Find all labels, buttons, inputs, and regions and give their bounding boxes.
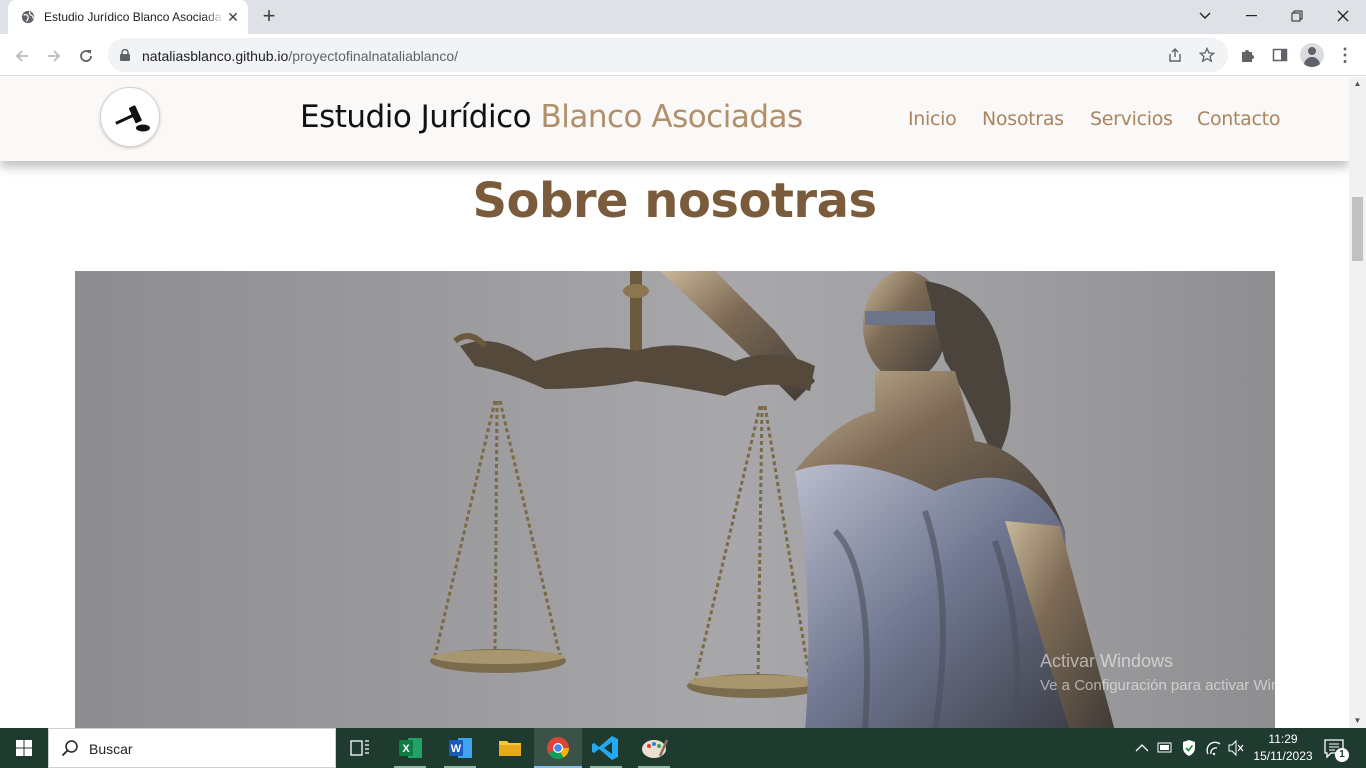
clock-date: 15/11/2023 <box>1253 749 1313 763</box>
share-icon[interactable] <box>1166 46 1184 64</box>
paint-icon[interactable] <box>630 728 678 768</box>
vscode-icon[interactable] <box>582 728 630 768</box>
nav-link-contacto[interactable]: Contacto <box>1197 108 1280 130</box>
section-title: Sobre nosotras <box>472 173 877 229</box>
windows-activation-title: Activar Windows <box>1040 651 1174 671</box>
windows-start-icon[interactable] <box>0 728 48 768</box>
extensions-puzzle-icon[interactable] <box>1238 45 1258 65</box>
browser-tab-strip: Estudio Jurídico Blanco Asociadas ✕ + <box>0 0 1366 34</box>
file-explorer-icon[interactable] <box>486 728 534 768</box>
url-text: nataliasblanco.github.io/proyectofinalna… <box>142 48 459 64</box>
volume-muted-icon[interactable] <box>1226 728 1246 768</box>
minimize-button[interactable] <box>1228 0 1274 30</box>
chrome-icon[interactable] <box>534 728 582 768</box>
new-tab-button[interactable]: + <box>257 5 281 29</box>
menu-kebab-icon[interactable]: ⋮ <box>1336 45 1354 65</box>
bookmark-star-icon[interactable] <box>1198 46 1216 64</box>
hero-image-justice-statue: Activar Windows Ve a Configuración para … <box>75 271 1275 728</box>
close-tab-icon[interactable]: ✕ <box>225 9 241 25</box>
svg-text:W: W <box>451 743 462 755</box>
site-title-accent: Blanco Asociadas <box>540 99 803 135</box>
taskbar-clock[interactable]: 11:29 15/11/2023 <box>1248 731 1318 765</box>
browser-toolbar: nataliasblanco.github.io/proyectofinalna… <box>0 34 1366 76</box>
wifi-icon[interactable] <box>1204 728 1224 768</box>
search-icon <box>61 740 78 757</box>
scroll-down-arrow-icon[interactable]: ▼ <box>1349 714 1366 728</box>
back-arrow-icon[interactable] <box>10 43 34 67</box>
browser-tab[interactable]: Estudio Jurídico Blanco Asociadas ✕ <box>8 0 248 34</box>
notifications-icon[interactable]: 1 <box>1322 728 1349 768</box>
notification-badge: 1 <box>1335 748 1349 762</box>
word-icon[interactable]: W <box>436 728 484 768</box>
excel-icon[interactable]: X <box>386 728 434 768</box>
task-view-icon[interactable] <box>336 728 384 768</box>
nav-link-nosotras[interactable]: Nosotras <box>982 108 1064 130</box>
side-panel-icon[interactable] <box>1270 45 1290 65</box>
security-shield-icon[interactable] <box>1179 728 1199 768</box>
nav-link-servicios[interactable]: Servicios <box>1090 108 1173 130</box>
clock-time: 11:29 <box>1268 732 1298 746</box>
profile-avatar-icon[interactable] <box>1300 43 1324 67</box>
scroll-up-arrow-icon[interactable]: ▲ <box>1349 77 1366 91</box>
tab-search-chevron-icon[interactable] <box>1182 0 1228 30</box>
taskbar-search-box[interactable]: Buscar <box>48 728 336 768</box>
site-title: Estudio Jurídico Blanco Asociadas <box>300 99 803 135</box>
reload-icon[interactable] <box>74 43 98 67</box>
tab-title: Estudio Jurídico Blanco Asociadas <box>44 10 222 24</box>
lock-icon <box>120 49 130 61</box>
windows-activation-subtitle: Ve a Configuración para activar Windows. <box>1040 677 1275 694</box>
search-placeholder: Buscar <box>89 741 133 757</box>
forward-arrow-icon[interactable] <box>42 43 66 67</box>
nav-link-inicio[interactable]: Inicio <box>908 108 957 130</box>
close-window-button[interactable] <box>1320 0 1366 30</box>
restore-button[interactable] <box>1274 0 1320 30</box>
page-viewport: Estudio Jurídico Blanco Asociadas Inicio… <box>0 77 1349 728</box>
address-bar[interactable]: nataliasblanco.github.io/proyectofinalna… <box>108 38 1228 72</box>
site-header: Estudio Jurídico Blanco Asociadas Inicio… <box>0 77 1349 161</box>
battery-icon[interactable] <box>1155 728 1175 768</box>
windows-taskbar: Buscar X W 11:29 15/11/2023 1 <box>0 728 1366 768</box>
gavel-logo-icon[interactable] <box>100 87 160 147</box>
globe-icon <box>21 10 35 24</box>
page-scrollbar[interactable]: ▲ ▼ <box>1349 77 1366 728</box>
show-hidden-icons-chevron-icon[interactable] <box>1132 728 1152 768</box>
scrollbar-thumb[interactable] <box>1352 197 1363 261</box>
svg-text:X: X <box>402 743 410 755</box>
